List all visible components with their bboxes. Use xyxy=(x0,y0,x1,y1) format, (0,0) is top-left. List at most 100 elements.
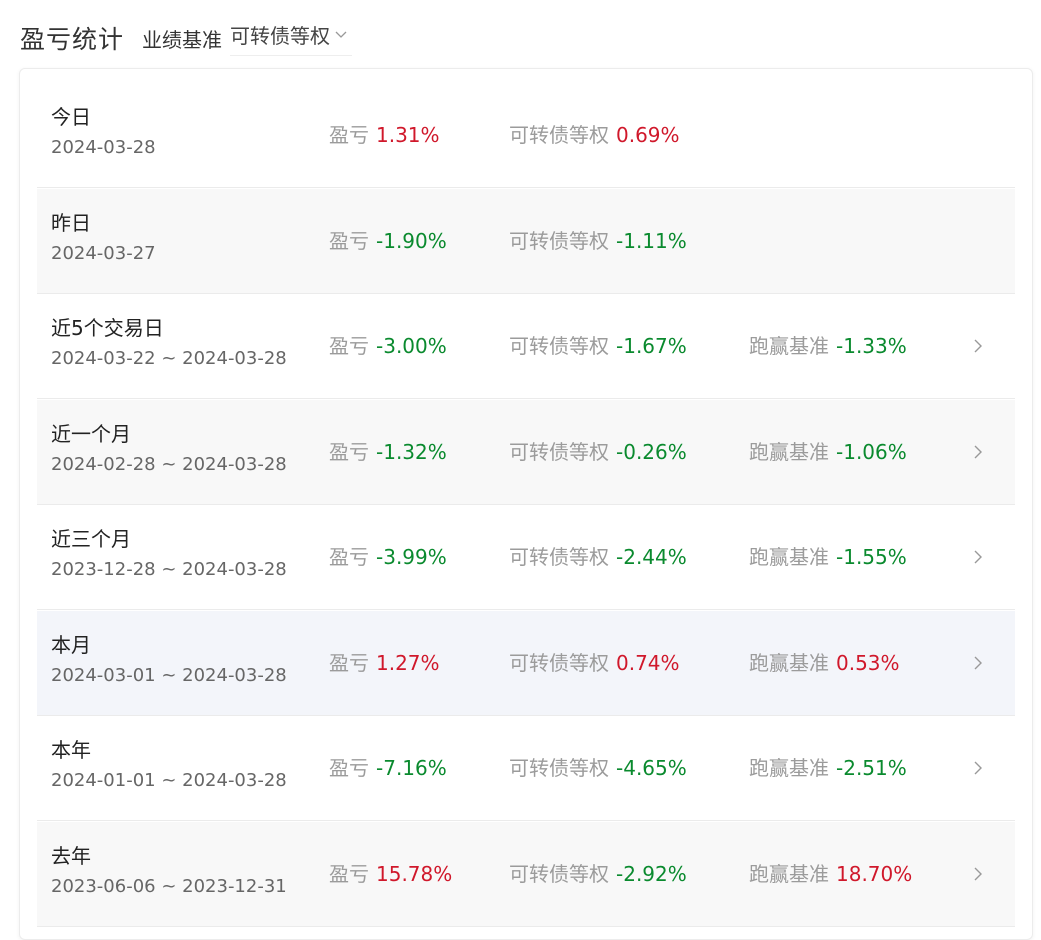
excess-return-label: 跑赢基准 xyxy=(749,334,829,358)
pnl-value: -7.16% xyxy=(376,756,447,780)
pnl-value: 1.31% xyxy=(376,123,440,147)
benchmark-return-value: 0.74% xyxy=(616,651,680,675)
excess-return: 跑赢基准 0.53% xyxy=(749,647,900,676)
benchmark-return: 可转债等权 -2.92% xyxy=(509,858,687,887)
pnl-label: 盈亏 xyxy=(329,229,369,253)
period-label: 昨日 xyxy=(51,211,91,235)
period-label: 今日 xyxy=(51,105,91,129)
benchmark-return-value: -2.92% xyxy=(616,862,687,886)
stats-card: 今日 2024-03-28 盈亏 1.31% 可转债等权 0.69% 昨日 2024-03-2… xyxy=(19,68,1033,940)
benchmark-return-value: -2.44% xyxy=(616,545,687,569)
benchmark-return: 可转债等权 -0.26% xyxy=(509,436,687,465)
excess-return: 跑赢基准 18.70% xyxy=(749,858,912,887)
pnl-label: 盈亏 xyxy=(329,545,369,569)
period-dates: 2024-03-01 ~ 2024-03-28 xyxy=(51,665,287,686)
excess-return-label: 跑赢基准 xyxy=(749,545,829,569)
benchmark-return-value: -1.11% xyxy=(616,229,687,253)
stats-row[interactable]: 本年 2024-01-01 ~ 2024-03-28 盈亏 -7.16% 可转债等权 -4… xyxy=(37,716,1015,821)
excess-return: 跑赢基准 -2.51% xyxy=(749,752,907,781)
excess-return-label: 跑赢基准 xyxy=(749,862,829,886)
period-dates: 2024-03-22 ~ 2024-03-28 xyxy=(51,348,287,369)
period-dates: 2024-01-01 ~ 2024-03-28 xyxy=(51,770,287,791)
stats-row[interactable]: 近三个月 2023-12-28 ~ 2024-03-28 盈亏 -3.99% 可转债等权… xyxy=(37,505,1015,610)
pnl-value: -1.32% xyxy=(376,440,447,464)
chevron-down-icon xyxy=(335,31,347,38)
benchmark-return: 可转债等权 -4.65% xyxy=(509,752,687,781)
page-header: 盈亏统计 业绩基准 可转债等权 xyxy=(20,18,353,58)
chevron-right-icon[interactable] xyxy=(971,862,985,886)
period-label: 近三个月 xyxy=(51,527,131,551)
benchmark-return: 可转债等权 0.74% xyxy=(509,647,680,676)
benchmark-return-label: 可转债等权 xyxy=(509,229,609,253)
benchmark-return: 可转债等权 -1.11% xyxy=(509,225,687,254)
benchmark-label: 业绩基准 xyxy=(142,27,223,52)
pnl-value: -1.90% xyxy=(376,229,447,253)
pnl: 盈亏 1.31% xyxy=(329,119,440,148)
period-dates: 2024-03-28 xyxy=(51,137,156,158)
period-label: 近5个交易日 xyxy=(51,316,164,340)
excess-return-value: 18.70% xyxy=(836,862,913,886)
excess-return-value: 0.53% xyxy=(836,651,900,675)
excess-return-value: -1.06% xyxy=(836,440,907,464)
chevron-right-icon[interactable] xyxy=(971,440,985,464)
benchmark-return-value: -0.26% xyxy=(616,440,687,464)
excess-return: 跑赢基准 -1.33% xyxy=(749,330,907,359)
benchmark-return-value: -1.67% xyxy=(616,334,687,358)
period-label: 去年 xyxy=(51,844,91,868)
excess-return-label: 跑赢基准 xyxy=(749,651,829,675)
pnl-value: -3.00% xyxy=(376,334,447,358)
pnl: 盈亏 15.78% xyxy=(329,858,452,887)
pnl: 盈亏 -7.16% xyxy=(329,752,447,781)
benchmark-return-label: 可转债等权 xyxy=(509,123,609,147)
period-label: 本月 xyxy=(51,633,91,657)
benchmark-return: 可转债等权 -2.44% xyxy=(509,541,687,570)
pnl-value: 15.78% xyxy=(376,862,453,886)
excess-return-value: -1.55% xyxy=(836,545,907,569)
page-title: 盈亏统计 xyxy=(20,25,125,54)
pnl: 盈亏 -3.99% xyxy=(329,541,447,570)
excess-return-value: -1.33% xyxy=(836,334,907,358)
pnl-label: 盈亏 xyxy=(329,440,369,464)
pnl-label: 盈亏 xyxy=(329,123,369,147)
excess-return: 跑赢基准 -1.55% xyxy=(749,541,907,570)
period-dates: 2023-12-28 ~ 2024-03-28 xyxy=(51,559,287,580)
period-dates: 2023-06-06 ~ 2023-12-31 xyxy=(51,876,287,897)
pnl-value: 1.27% xyxy=(376,651,440,675)
pnl-label: 盈亏 xyxy=(329,756,369,780)
benchmark-return-value: -4.65% xyxy=(616,756,687,780)
benchmark-return: 可转债等权 0.69% xyxy=(509,119,680,148)
benchmark-return: 可转债等权 -1.67% xyxy=(509,330,687,359)
stats-row[interactable]: 近5个交易日 2024-03-22 ~ 2024-03-28 盈亏 -3.00% 可转债… xyxy=(37,294,1015,399)
period-dates: 2024-03-27 xyxy=(51,243,156,264)
chevron-right-icon[interactable] xyxy=(971,545,985,569)
benchmark-return-label: 可转债等权 xyxy=(509,440,609,464)
pnl-label: 盈亏 xyxy=(329,334,369,358)
chevron-right-icon[interactable] xyxy=(971,651,985,675)
pnl-label: 盈亏 xyxy=(329,862,369,886)
pnl: 盈亏 -3.00% xyxy=(329,330,447,359)
benchmark-return-label: 可转债等权 xyxy=(509,545,609,569)
benchmark-return-value: 0.69% xyxy=(616,123,680,147)
pnl: 盈亏 -1.32% xyxy=(329,436,447,465)
benchmark-return-label: 可转债等权 xyxy=(509,651,609,675)
stats-row[interactable]: 本月 2024-03-01 ~ 2024-03-28 盈亏 1.27% 可转债等权 0.7… xyxy=(37,611,1015,716)
period-label: 近一个月 xyxy=(51,422,131,446)
chevron-right-icon[interactable] xyxy=(971,756,985,780)
excess-return-label: 跑赢基准 xyxy=(749,756,829,780)
stats-row: 今日 2024-03-28 盈亏 1.31% 可转债等权 0.69% xyxy=(37,83,1015,188)
stats-row[interactable]: 去年 2023-06-06 ~ 2023-12-31 盈亏 15.78% 可转债等权 -2… xyxy=(37,822,1015,927)
benchmark-return-label: 可转债等权 xyxy=(509,756,609,780)
pnl: 盈亏 1.27% xyxy=(329,647,440,676)
benchmark-return-label: 可转债等权 xyxy=(509,862,609,886)
benchmark-return-label: 可转债等权 xyxy=(509,334,609,358)
period-dates: 2024-02-28 ~ 2024-03-28 xyxy=(51,454,287,475)
pnl-value: -3.99% xyxy=(376,545,447,569)
pnl: 盈亏 -1.90% xyxy=(329,225,447,254)
excess-return-value: -2.51% xyxy=(836,756,907,780)
stats-row[interactable]: 近一个月 2024-02-28 ~ 2024-03-28 盈亏 -1.32% 可转债等权… xyxy=(37,400,1015,505)
benchmark-value: 可转债等权 xyxy=(230,24,331,48)
period-label: 本年 xyxy=(51,738,91,762)
chevron-right-icon[interactable] xyxy=(971,334,985,358)
benchmark-dropdown[interactable]: 可转债等权 xyxy=(230,20,353,56)
pnl-label: 盈亏 xyxy=(329,651,369,675)
